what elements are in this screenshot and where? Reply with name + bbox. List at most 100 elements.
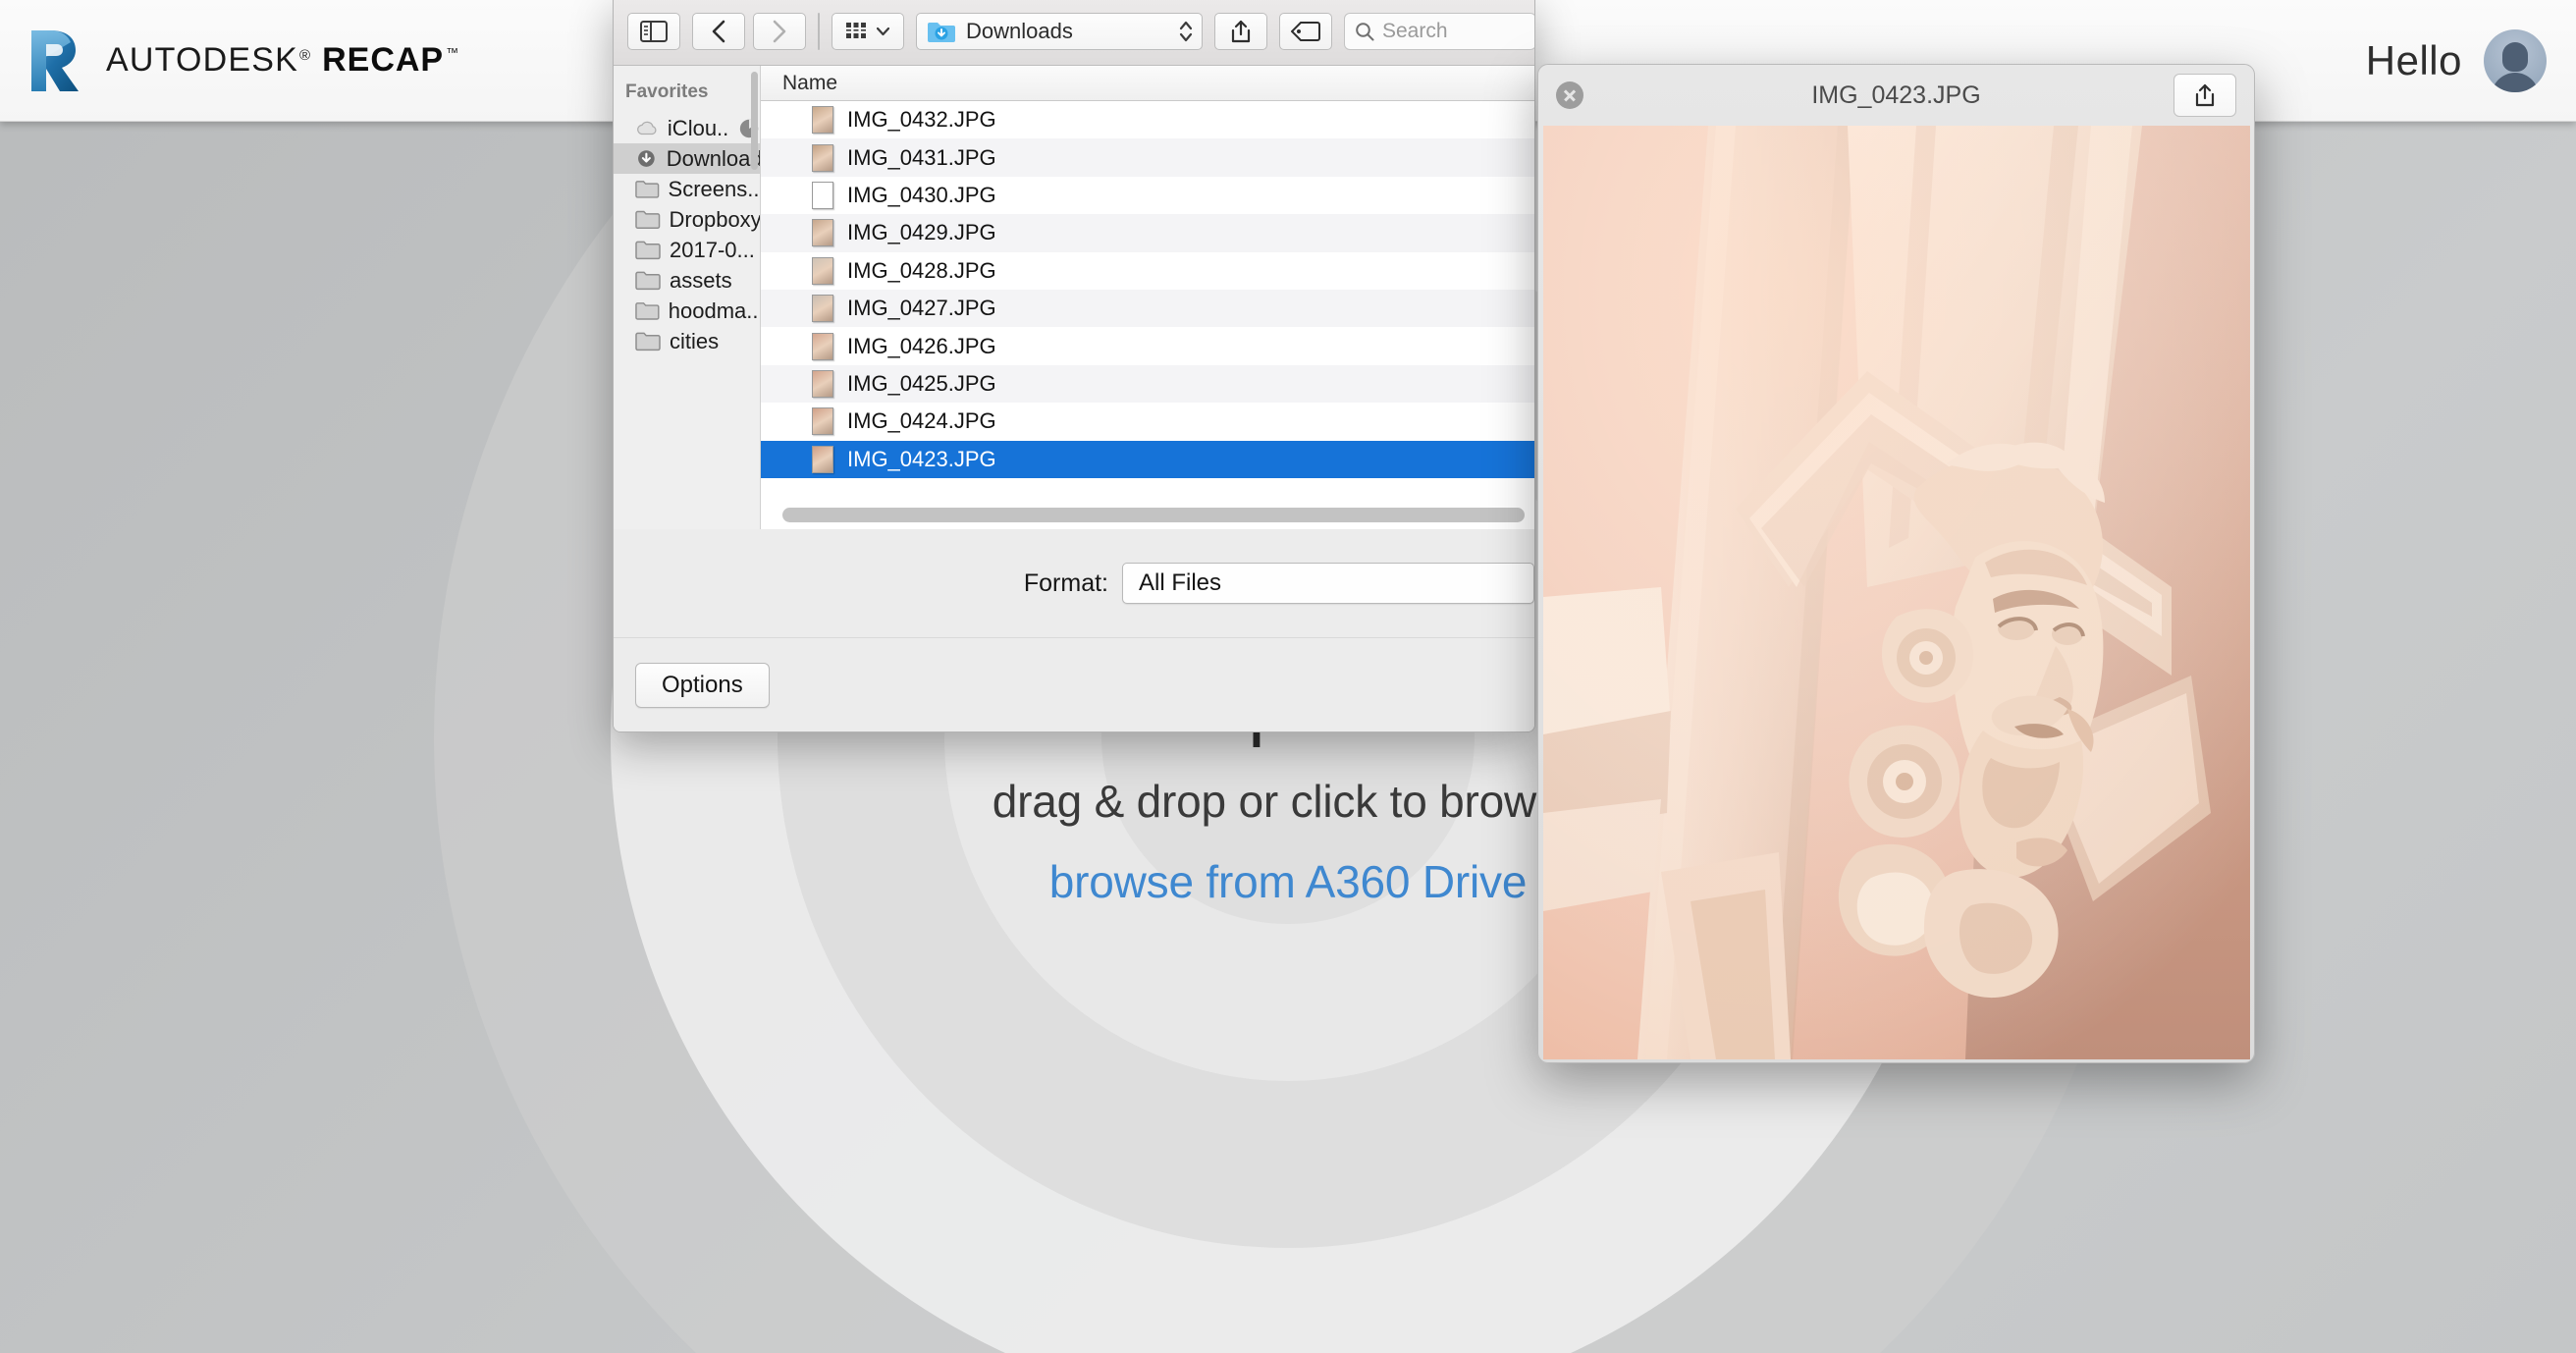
close-icon[interactable] [1556, 81, 1583, 109]
sidebar-item-label: hoodma... [669, 298, 760, 324]
quicklook-titlebar: IMG_0423.JPG [1538, 65, 2254, 126]
tag-icon [1291, 22, 1320, 41]
file-thumbnail [812, 182, 833, 209]
table-row[interactable]: IMG_0428.JPG [761, 252, 1534, 290]
icloud-icon [635, 118, 659, 138]
horizontal-scrollbar[interactable] [782, 508, 1525, 522]
sidebar-item-label: cities [670, 329, 719, 354]
brand-autodesk: AUTODESK [106, 41, 298, 80]
table-row[interactable]: IMG_0429.JPG [761, 214, 1534, 251]
file-thumbnail [812, 446, 833, 473]
file-name: IMG_0431.JPG [847, 145, 996, 171]
arrange-by-button[interactable] [832, 13, 904, 50]
file-thumbnail [812, 106, 833, 134]
account-area[interactable]: Hello [2366, 0, 2547, 122]
file-list: IMG_0432.JPG IMG_0431.JPG IMG_0430.JPG IMG_… [761, 101, 1534, 504]
sidebar-item-cities[interactable]: cities [614, 326, 760, 356]
sidebar-item-label: Downloads [667, 146, 760, 172]
arrange-by-icon [846, 22, 870, 41]
finder-body: Favorites iClou... Downloads Screens... Dro… [614, 66, 1534, 529]
sidebar-item-label: Screens... [669, 177, 760, 202]
path-popup-label: Downloads [966, 19, 1168, 44]
table-row[interactable]: IMG_0425.JPG [761, 365, 1534, 403]
table-row[interactable]: IMG_0431.JPG [761, 138, 1534, 176]
folder-icon [635, 331, 661, 352]
quicklook-title: IMG_0423.JPG [1538, 81, 2254, 110]
file-name: IMG_0424.JPG [847, 408, 996, 434]
sidebar-item-label: Dropboxy [670, 207, 760, 233]
column-header-name[interactable]: Name [761, 66, 1534, 101]
file-thumbnail [812, 295, 833, 322]
sidebar-item-hoodma[interactable]: hoodma... [614, 296, 760, 326]
file-open-dialog[interactable]: Downloads Search [613, 0, 1535, 732]
autodesk-r-mark-icon [27, 28, 84, 93]
options-button[interactable]: Options [635, 663, 770, 708]
search-icon [1355, 22, 1374, 41]
format-selected-value: All Files [1139, 569, 1221, 597]
quicklook-preview-window[interactable]: IMG_0423.JPG [1537, 64, 2255, 1063]
downloads-folder-icon [927, 20, 956, 43]
icon-view-icon [819, 22, 820, 41]
downloads-icon [635, 148, 658, 169]
forward-button[interactable] [753, 13, 806, 50]
file-thumbnail [812, 219, 833, 246]
view-mode-group[interactable] [818, 13, 820, 50]
file-thumbnail [812, 144, 833, 172]
sidebar-item-screens[interactable]: Screens... [614, 174, 760, 204]
file-name: IMG_0430.JPG [847, 183, 996, 208]
sidebar-item-iclou[interactable]: iClou... [614, 113, 760, 143]
icon-view-button[interactable] [819, 14, 820, 49]
table-row[interactable]: IMG_0423.JPG [761, 441, 1534, 478]
sidebar-toggle-button[interactable] [627, 13, 680, 50]
tags-button[interactable] [1279, 13, 1332, 50]
share-icon [2194, 83, 2216, 107]
table-row[interactable]: IMG_0427.JPG [761, 290, 1534, 327]
greeting-text: Hello [2366, 37, 2462, 84]
brand-registered-mark: ® [299, 47, 310, 64]
file-thumbnail [812, 333, 833, 360]
back-button[interactable] [692, 13, 745, 50]
folder-icon [635, 270, 661, 291]
finder-toolbar: Downloads Search [614, 0, 1534, 66]
format-select[interactable]: All Files [1122, 563, 1534, 604]
search-placeholder: Search [1382, 20, 1448, 43]
file-thumbnail [812, 370, 833, 398]
finder-sidebar[interactable]: Favorites iClou... Downloads Screens... Dro… [614, 66, 761, 529]
chevron-right-icon [772, 20, 787, 43]
search-input[interactable]: Search [1344, 13, 1535, 50]
table-row[interactable]: IMG_0430.JPG [761, 177, 1534, 214]
chevron-left-icon [711, 20, 726, 43]
table-row[interactable]: IMG_0432.JPG [761, 101, 1534, 138]
quicklook-share-button[interactable] [2174, 74, 2236, 117]
sidebar-item-downloads[interactable]: Downloads [614, 143, 760, 174]
brand-trademark-mark: ™ [446, 45, 458, 60]
sidebar-item-assets[interactable]: assets [614, 265, 760, 296]
file-thumbnail [812, 407, 833, 435]
sidebar-toggle-icon [640, 21, 668, 42]
path-popup-button[interactable]: Downloads [916, 13, 1203, 50]
file-thumbnail [812, 257, 833, 285]
brand-recap: RECAP [322, 41, 444, 80]
sidebar-scrollbar[interactable] [751, 72, 758, 170]
format-label: Format: [1024, 569, 1108, 598]
avatar[interactable] [2484, 29, 2547, 92]
sidebar-section-title: Favorites [614, 78, 760, 113]
autodesk-recap-logo: AUTODESK ® RECAP ™ [0, 28, 458, 93]
file-name: IMG_0427.JPG [847, 296, 996, 321]
table-row[interactable]: IMG_0426.JPG [761, 327, 1534, 364]
share-icon [1230, 20, 1252, 43]
file-name: IMG_0429.JPG [847, 220, 996, 245]
share-button[interactable] [1214, 13, 1267, 50]
quicklook-image [1543, 126, 2250, 1059]
sidebar-item-label: iClou... [668, 116, 729, 141]
folder-icon [635, 209, 661, 230]
dialog-button-row: Options [614, 637, 1534, 731]
file-name: IMG_0426.JPG [847, 334, 996, 359]
sidebar-item-label: assets [670, 268, 732, 294]
sidebar-item-20170[interactable]: 2017-0... [614, 235, 760, 265]
sidebar-item-label: 2017-0... [670, 238, 755, 263]
table-row[interactable]: IMG_0424.JPG [761, 403, 1534, 440]
folder-icon [635, 240, 661, 260]
sidebar-item-dropboxy[interactable]: Dropboxy [614, 204, 760, 235]
file-list-pane[interactable]: Name IMG_0432.JPG IMG_0431.JPG IMG_0430.JP… [761, 66, 1534, 529]
